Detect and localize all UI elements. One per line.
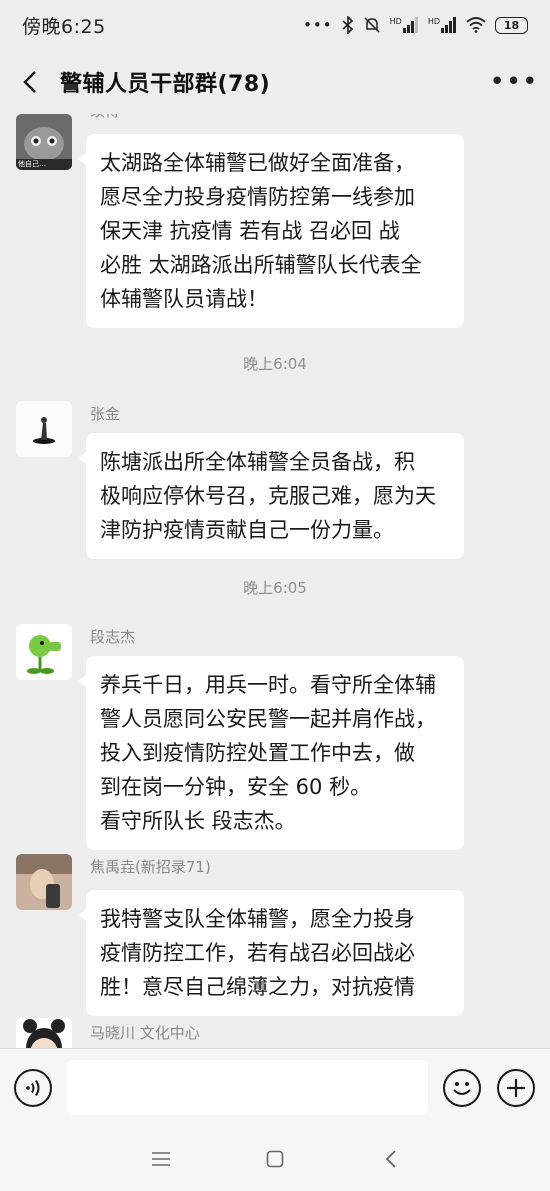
cartoon-girl-avatar-image: [16, 1018, 72, 1048]
message-line: 津防护疫情贡献自己一份力量。: [100, 518, 394, 542]
message-line: 我特警支队全体辅警，愿全力投身: [100, 907, 415, 931]
message-line: 养兵千日，用兵一时。看守所全体辅: [100, 673, 436, 697]
avatar-maxiaochuan[interactable]: [16, 1018, 72, 1048]
sender-name: 马晓川 文化中心: [90, 1024, 200, 1042]
avatar-jiaoyuyao[interactable]: [16, 854, 72, 910]
message-line: 体辅警队员请战！: [100, 287, 268, 311]
timestamp: 晚上6:05: [243, 579, 307, 597]
more-notifications-icon: •••: [303, 16, 333, 34]
message-line: 胜！意尽自己绵薄之力，对抗疫情: [100, 975, 415, 999]
plus-icon: [507, 1079, 525, 1097]
message-line: 疫情防控工作，若有战召必回战必: [100, 941, 415, 965]
message-line: 警人员愿同公安民警一起并肩作战，: [100, 707, 436, 731]
nav-back-icon: [385, 1150, 396, 1168]
timestamp: 晚上6:04: [243, 355, 307, 373]
message-bubble[interactable]: 陈塘派出所全体辅警全员备战，积 极响应停休号召，克服己难，愿为天 津防护疫情贡献…: [79, 433, 464, 559]
chat-title: 警辅人员干部群(78): [60, 72, 271, 97]
person-avatar-image: [16, 401, 72, 457]
message-line: 极响应停休号召，克服己难，愿为天: [100, 484, 436, 508]
sender-name: 段志杰: [90, 628, 136, 646]
message-input[interactable]: [67, 1060, 428, 1115]
mute-icon: [364, 17, 380, 33]
bluetooth-icon: [342, 16, 353, 34]
message-line: 太湖路全体辅警已做好全面准备，: [100, 151, 415, 175]
message-line: 看守所队长 段志杰。: [100, 809, 296, 833]
chevron-left-icon: [23, 71, 36, 93]
hd-label-1: HD: [389, 17, 402, 26]
peashooter-avatar-image: [16, 624, 72, 680]
avatar-caption: 他自己…: [18, 160, 46, 168]
recent-apps-button[interactable]: [146, 1144, 176, 1174]
message-line: 陈塘派出所全体辅警全员备战，积: [100, 450, 415, 474]
nav-back-button[interactable]: [376, 1144, 406, 1174]
menu-icon: [152, 1152, 170, 1166]
back-button[interactable]: [16, 62, 44, 102]
photo-avatar-image: [16, 854, 72, 910]
message-line: 必胜 太湖路派出所辅警队长代表全: [100, 253, 422, 277]
message-line: 投入到疫情防控处置工作中去，做: [100, 741, 415, 765]
signal-icon-1: HD: [390, 17, 419, 33]
home-square-icon: [266, 1150, 284, 1168]
more-functions-button[interactable]: [497, 1069, 535, 1107]
more-options-button[interactable]: •••: [490, 62, 538, 102]
battery-icon: 18: [495, 16, 528, 34]
message-line: 到在岗一分钟，安全 60 秒。: [100, 775, 372, 799]
sender-name: 焦禹垚(新招录71): [90, 858, 211, 876]
message-line: 愿尽全力投身疫情防控第一线参加: [100, 185, 415, 209]
voice-icon: [26, 1079, 40, 1097]
chat-header: 警辅人员干部群(78) •••: [0, 50, 550, 114]
chat-message-list[interactable]: 他自己… 续博 太湖路全体辅警已做好全面准备， 愿尽全力投身疫情防控第一线参加 …: [0, 114, 550, 1048]
message-bubble[interactable]: 太湖路全体辅警已做好全面准备， 愿尽全力投身疫情防控第一线参加 保天津 抗疫情 …: [79, 134, 464, 328]
chat-input-bar: [0, 1048, 550, 1126]
voice-input-button[interactable]: [14, 1069, 52, 1107]
wifi-icon: [466, 17, 486, 33]
smiley-icon: [453, 1082, 471, 1095]
emoji-button[interactable]: [443, 1069, 481, 1107]
home-button[interactable]: [260, 1144, 290, 1174]
status-time: 傍晚6:25: [22, 15, 106, 38]
system-nav-bar: [0, 1126, 550, 1191]
message-bubble[interactable]: 养兵千日，用兵一时。看守所全体辅 警人员愿同公安民警一起并肩作战， 投入到疫情防…: [79, 656, 464, 850]
message-line: 保天津 抗疫情 若有战 召必回 战: [100, 219, 400, 243]
hd-label-2: HD: [427, 17, 440, 26]
sender-name: 续博: [90, 114, 120, 121]
avatar-zhangjin[interactable]: [16, 401, 72, 457]
avatar-duanzhijie[interactable]: [16, 624, 72, 680]
status-bar: 傍晚6:25 ••• HD HD 18: [0, 0, 550, 50]
signal-icon-2: HD: [428, 17, 457, 33]
sender-name: 张金: [90, 405, 121, 423]
more-icon: •••: [489, 67, 539, 97]
avatar-xubo[interactable]: 他自己…: [16, 114, 72, 170]
status-icons: ••• HD HD 18: [303, 16, 528, 34]
message-bubble[interactable]: 我特警支队全体辅警，愿全力投身 疫情防控工作，若有战召必回战必 胜！意尽自己绵薄…: [79, 890, 464, 1016]
